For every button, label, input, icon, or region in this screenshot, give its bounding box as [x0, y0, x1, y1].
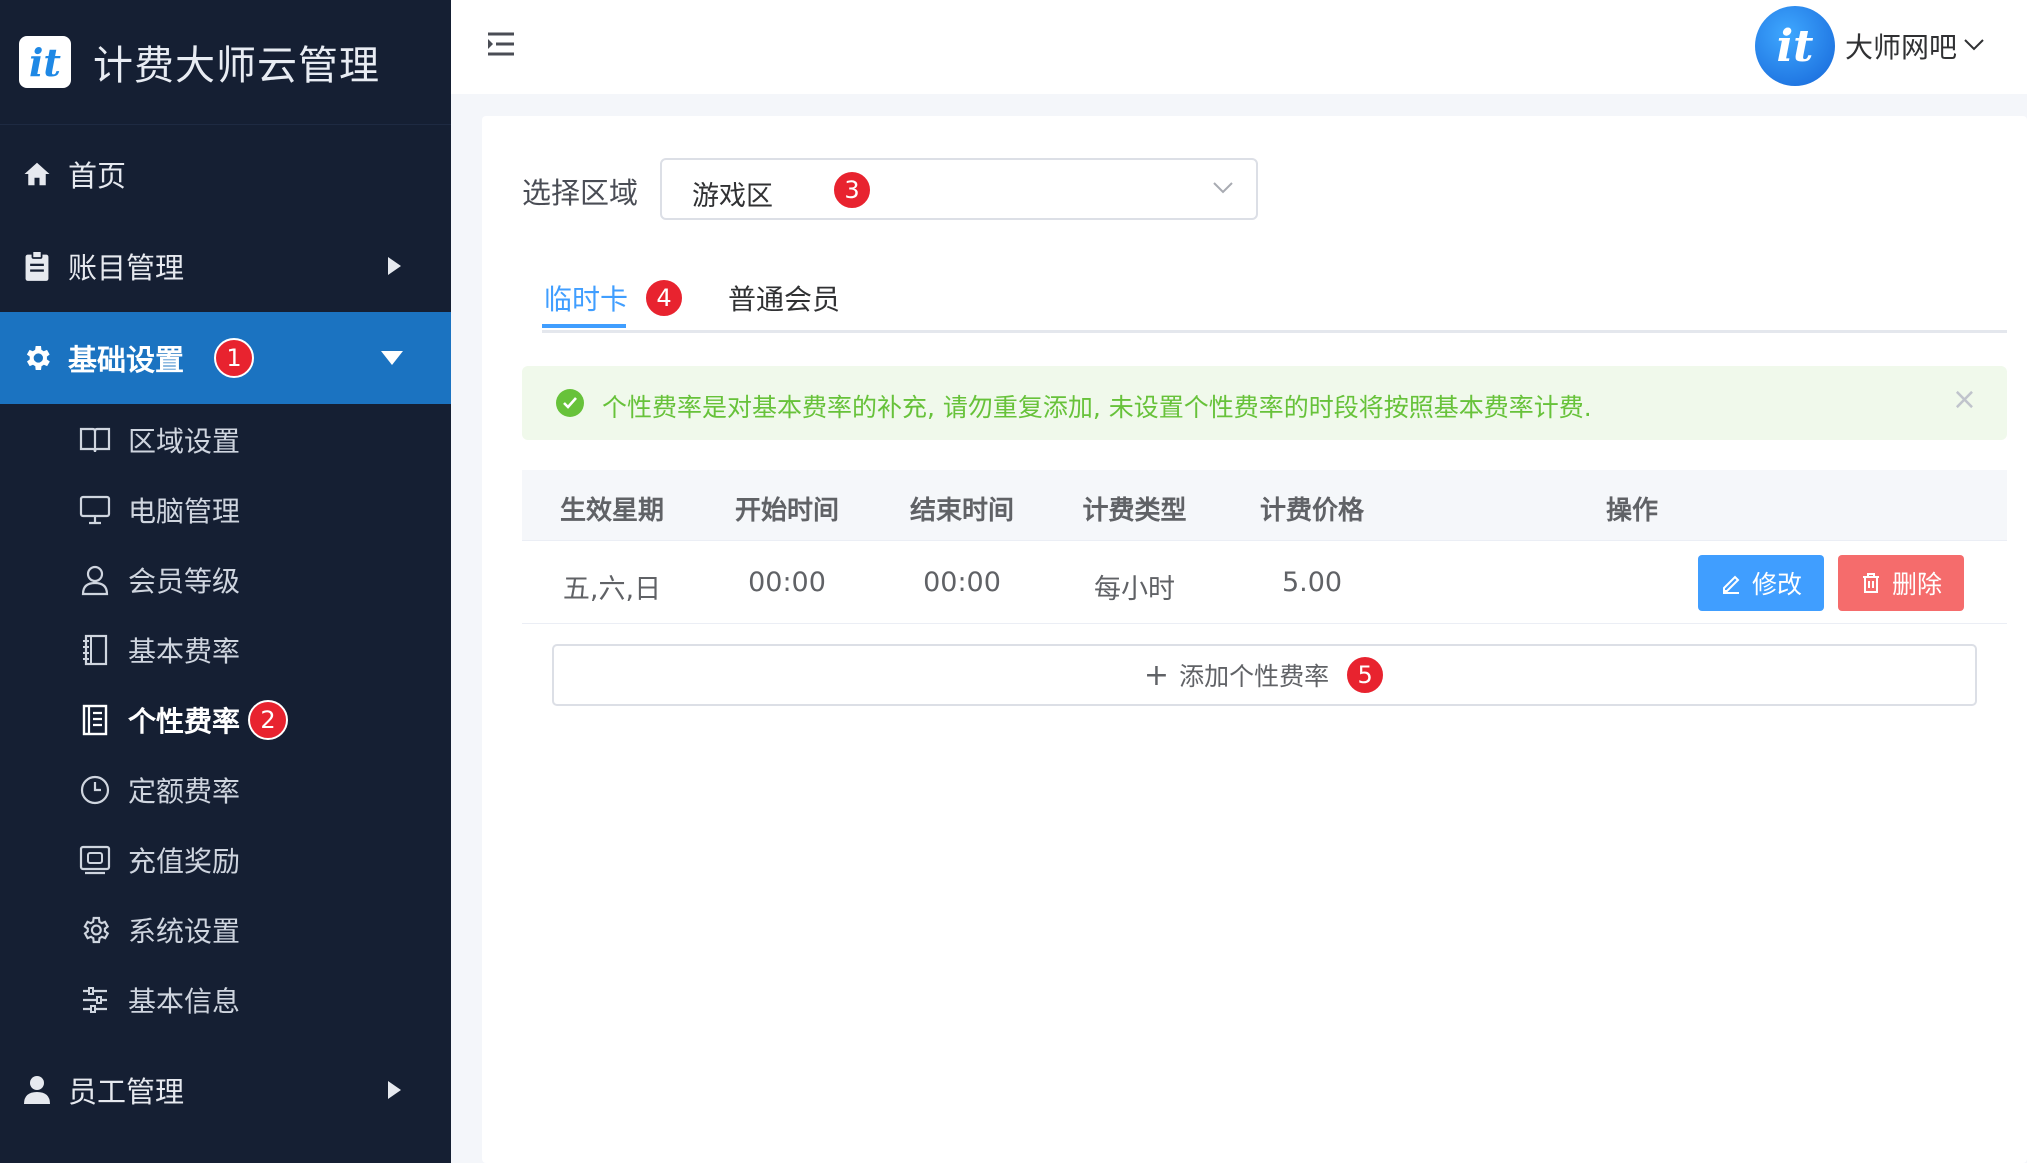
- delete-button-label: 删除: [1891, 570, 1942, 599]
- menu-toggle-icon[interactable]: [485, 30, 517, 58]
- close-icon[interactable]: ×: [1952, 382, 1977, 417]
- sidebar-subitem-member-level[interactable]: 会员等级: [0, 545, 451, 615]
- cell-price: 5.00: [1281, 567, 1343, 598]
- sidebar-item-label: 账目管理: [68, 251, 185, 285]
- sidebar-item-accounts[interactable]: 账目管理: [0, 220, 451, 312]
- sidebar-subitem-label: 个性费率: [128, 705, 241, 738]
- step-badge: 2: [248, 700, 289, 740]
- sidebar-subitem-label: 定额费率: [128, 775, 241, 808]
- sidebar-subitem-fixed-rate[interactable]: 定额费率: [0, 755, 451, 825]
- chevron-down-icon: [1963, 37, 1985, 56]
- trash-icon: [1860, 572, 1882, 594]
- step-badge: 3: [832, 170, 872, 210]
- avatar: it: [1754, 6, 1835, 86]
- notebook-icon: [78, 633, 112, 667]
- add-button-label: 添加个性费率: [1179, 662, 1330, 691]
- person-icon: [78, 563, 112, 597]
- caret-right-icon: [388, 1081, 401, 1099]
- edit-button[interactable]: 修改: [1698, 555, 1824, 611]
- edit-button-label: 修改: [1751, 570, 1802, 599]
- sidebar-item-basic-settings[interactable]: 基础设置 1: [0, 312, 451, 404]
- caret-right-icon: [388, 257, 401, 275]
- gear-icon: [20, 341, 54, 375]
- user-name: 大师网吧: [1844, 31, 1957, 64]
- active-tab-indicator: [542, 324, 626, 328]
- cog-icon: [78, 913, 112, 947]
- top-header: it 大师网吧: [451, 0, 2027, 94]
- column-header: 计费价格: [1259, 496, 1364, 526]
- alert-text: 个性费率是对基本费率的补充, 请勿重复添加, 未设置个性费率的时段将按照基本费率…: [602, 393, 1592, 422]
- area-select[interactable]: 游戏区 3: [660, 158, 1258, 220]
- document-icon: [78, 703, 112, 737]
- user-menu[interactable]: it 大师网吧: [1754, 6, 1985, 86]
- sidebar-item-label: 员工管理: [68, 1075, 185, 1109]
- cell-days: 五,六,日: [562, 574, 662, 605]
- sidebar-item-staff[interactable]: 员工管理: [0, 1044, 451, 1136]
- column-header: 开始时间: [734, 496, 839, 526]
- sidebar-subitem-basic-info[interactable]: 基本信息: [0, 965, 451, 1035]
- rate-table: 生效星期 开始时间 结束时间 计费类型 计费价格 操作 五,六,日 00:00 …: [522, 470, 2007, 624]
- sliders-icon: [78, 983, 112, 1017]
- sidebar-subitem-label: 区域设置: [128, 425, 241, 458]
- cell-end-time: 00:00: [923, 567, 1001, 598]
- sidebar: it 计费大师云管理 首页 账目管理 基础设置 1 区域设置 电脑管理 会员等级…: [0, 0, 451, 1163]
- sidebar-subitem-label: 基本费率: [128, 635, 241, 668]
- info-alert: 个性费率是对基本费率的补充, 请勿重复添加, 未设置个性费率的时段将按照基本费率…: [522, 366, 2007, 440]
- sidebar-subitem-custom-rate[interactable]: 个性费率 2: [0, 685, 451, 755]
- book-icon: [78, 423, 112, 457]
- sidebar-subitem-label: 电脑管理: [128, 495, 241, 528]
- edit-icon: [1720, 572, 1742, 594]
- app-title: 计费大师云管理: [93, 43, 380, 89]
- area-label: 选择区域: [522, 176, 639, 210]
- monitor-icon: [78, 493, 112, 527]
- tab-regular-member[interactable]: 普通会员: [728, 278, 840, 318]
- table-row: 五,六,日 00:00 00:00 每小时 5.00 修改 删除: [522, 541, 2007, 624]
- caret-down-icon: [381, 351, 403, 365]
- step-badge: 4: [644, 278, 684, 318]
- logo-icon: it: [19, 36, 71, 88]
- sidebar-subitem-label: 充值奖励: [128, 845, 241, 878]
- sidebar-subitem-label: 系统设置: [128, 915, 241, 948]
- sidebar-item-label: 基础设置: [68, 343, 185, 377]
- sidebar-item-label: 首页: [68, 159, 127, 193]
- sidebar-subitem-system-settings[interactable]: 系统设置: [0, 895, 451, 965]
- clipboard-icon: [20, 249, 54, 283]
- sidebar-item-home[interactable]: 首页: [0, 128, 451, 220]
- cell-start-time: 00:00: [748, 567, 826, 598]
- sidebar-subitem-basic-rate[interactable]: 基本费率: [0, 615, 451, 685]
- step-badge: 5: [1345, 655, 1386, 695]
- chevron-down-icon: [1212, 180, 1234, 199]
- column-header: 结束时间: [909, 496, 1014, 526]
- clock-icon: [78, 773, 112, 807]
- area-select-value: 游戏区: [692, 181, 773, 212]
- add-custom-rate-button[interactable]: + 添加个性费率 5: [552, 644, 1977, 706]
- user-icon: [20, 1073, 54, 1107]
- column-header: 生效星期: [559, 496, 664, 526]
- tabs: 临时卡 4 普通会员: [542, 276, 2007, 333]
- plus-icon: +: [1143, 657, 1170, 693]
- sidebar-subitem-recharge-reward[interactable]: 充值奖励: [0, 825, 451, 895]
- sidebar-subitem-area[interactable]: 区域设置: [0, 405, 451, 475]
- wallet-icon: [78, 843, 112, 877]
- column-header: 计费类型: [1082, 496, 1187, 526]
- delete-button[interactable]: 删除: [1838, 555, 1964, 611]
- tab-temporary-card[interactable]: 临时卡: [544, 278, 628, 318]
- check-circle-icon: [556, 389, 584, 417]
- table-header: 生效星期 开始时间 结束时间 计费类型 计费价格 操作: [522, 470, 2007, 541]
- main-card: 选择区域 游戏区 3 临时卡 4 普通会员 个性费率是对基本费率的补充, 请勿重…: [482, 116, 2027, 1163]
- cell-billing-type: 每小时: [1094, 574, 1175, 605]
- sidebar-subitem-computers[interactable]: 电脑管理: [0, 475, 451, 545]
- step-badge: 1: [214, 338, 255, 378]
- column-header: 操作: [1605, 496, 1658, 526]
- sidebar-subitem-label: 基本信息: [128, 985, 241, 1018]
- home-icon: [20, 157, 54, 191]
- sidebar-subitem-label: 会员等级: [128, 565, 241, 598]
- brand: it 计费大师云管理: [0, 0, 451, 125]
